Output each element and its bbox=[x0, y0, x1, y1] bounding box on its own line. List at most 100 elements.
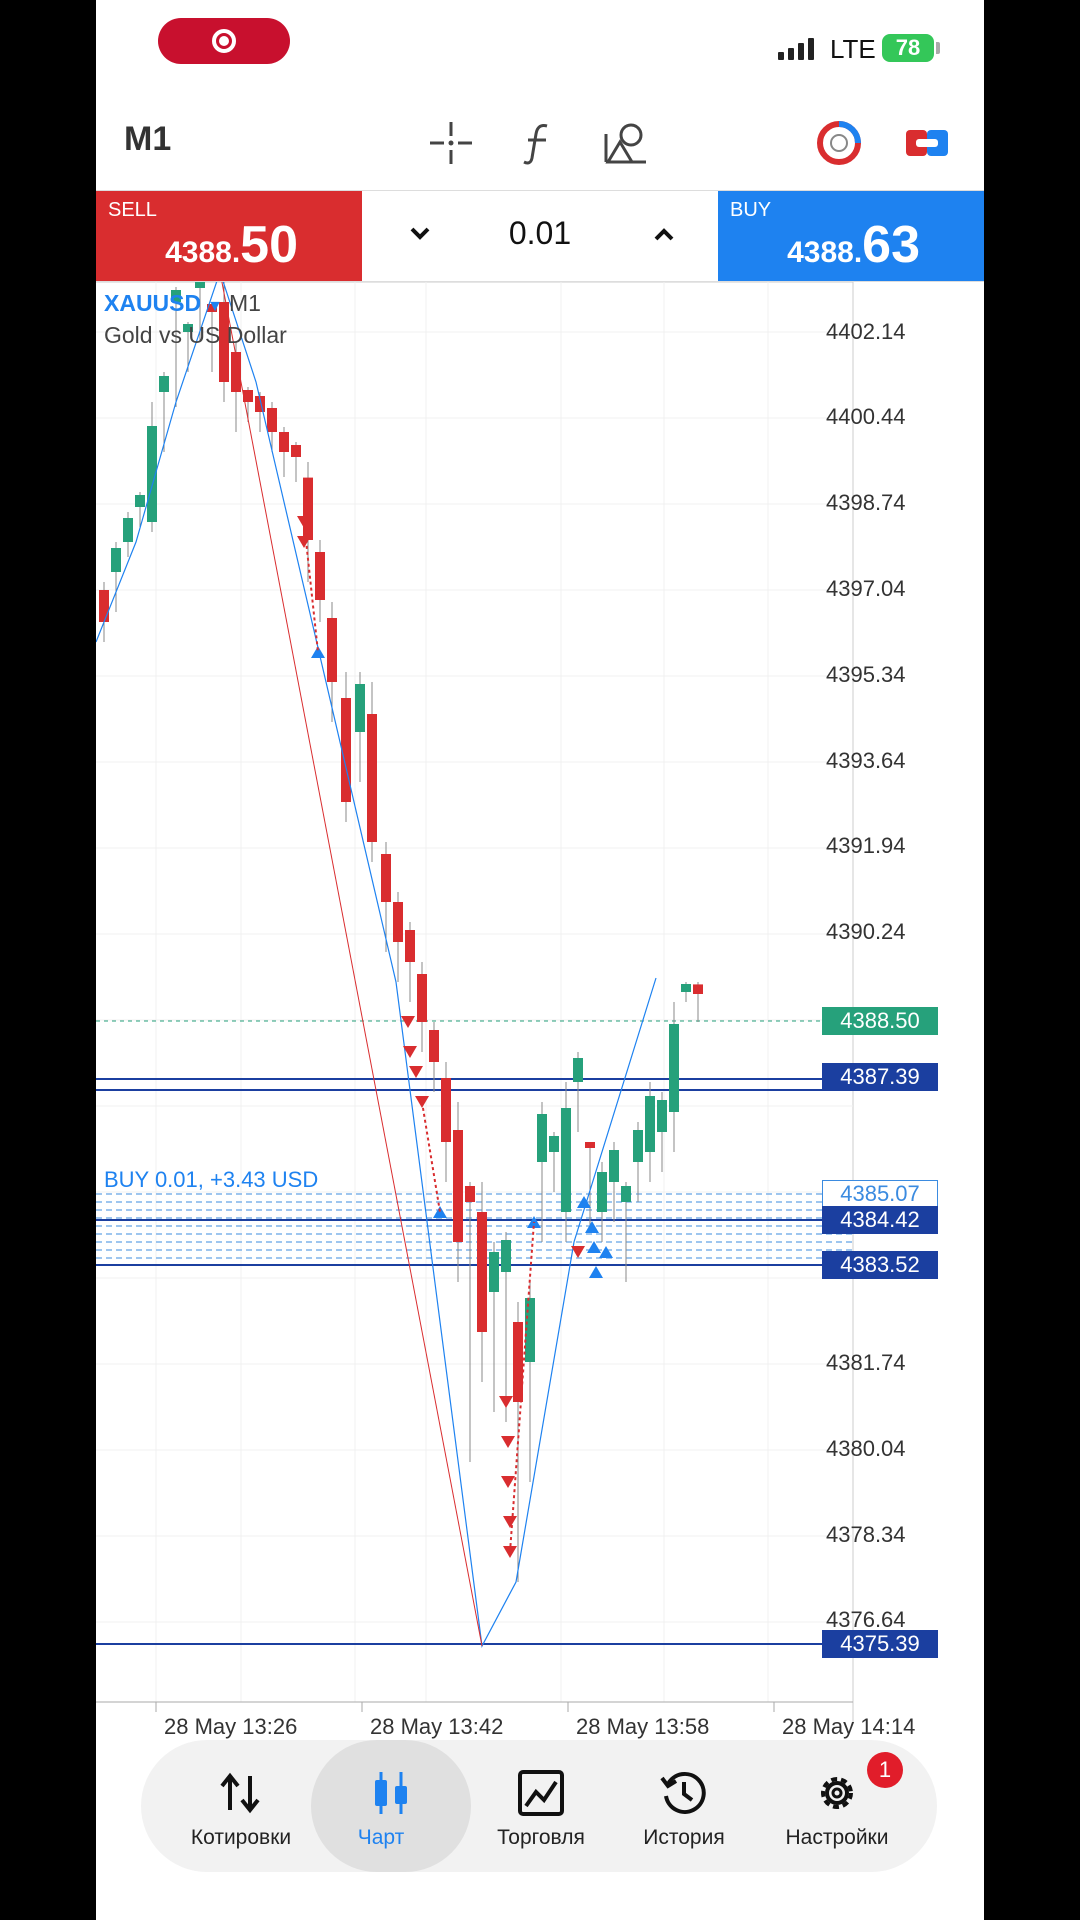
x-axis-tick: 28 May 13:42 bbox=[370, 1714, 504, 1739]
candle bbox=[693, 984, 703, 994]
chevron-up-icon[interactable] bbox=[644, 219, 684, 249]
candle bbox=[489, 1252, 499, 1292]
network-type: LTE bbox=[830, 34, 876, 64]
buy-arrow bbox=[585, 1221, 599, 1233]
gear-icon bbox=[821, 1777, 853, 1809]
y-axis-tick: 4380.04 bbox=[826, 1436, 906, 1461]
candle bbox=[465, 1186, 475, 1202]
candle bbox=[417, 974, 427, 1022]
candle bbox=[441, 1078, 451, 1142]
buy-label: BUY bbox=[730, 199, 772, 221]
one-click-trading-icon[interactable] bbox=[814, 118, 864, 168]
position-label[interactable]: BUY 0.01, +3.43 USD bbox=[104, 1167, 318, 1193]
candle bbox=[681, 984, 691, 992]
sell-arrow bbox=[409, 1066, 423, 1078]
nav-quotes[interactable]: Котировки bbox=[171, 1740, 311, 1872]
candle bbox=[657, 1100, 667, 1132]
buy-price-prefix: 4388. bbox=[787, 236, 863, 269]
candle bbox=[111, 548, 121, 572]
nav-chart-label: Чарт bbox=[357, 1826, 405, 1849]
level-tag: 4383.52 bbox=[822, 1251, 938, 1279]
candle bbox=[135, 495, 145, 507]
level-tag: 4385.07 bbox=[822, 1180, 938, 1208]
buy-arrow bbox=[599, 1246, 613, 1258]
trade-chart-icon bbox=[518, 1770, 564, 1816]
x-axis-tick: 28 May 13:58 bbox=[576, 1714, 710, 1739]
buy-arrow bbox=[589, 1266, 603, 1278]
low-price-tag: 4375.39 bbox=[822, 1630, 938, 1658]
trade-link bbox=[421, 1101, 441, 1213]
one-click-trade-panel: SELL 4388. 50 0.01 BUY 4388. 63 bbox=[96, 190, 984, 282]
sell-arrow bbox=[571, 1246, 585, 1258]
candle bbox=[341, 698, 351, 802]
candle bbox=[429, 1030, 439, 1062]
y-axis-tick: 4398.74 bbox=[826, 490, 906, 515]
price-chart[interactable]: XAUUSD ▼ M1 Gold vs US Dollar 4402.14 4400… bbox=[96, 282, 984, 1739]
symbol-description: Gold vs US Dollar bbox=[104, 322, 287, 348]
nav-history-label: История bbox=[643, 1826, 725, 1849]
lot-value[interactable]: 0.01 bbox=[482, 215, 598, 252]
y-axis-tick: 4395.34 bbox=[826, 662, 906, 687]
candle bbox=[477, 1212, 487, 1332]
history-icon bbox=[660, 1771, 706, 1814]
candle bbox=[549, 1136, 559, 1152]
candle bbox=[195, 282, 205, 288]
nav-settings-label: Настройки bbox=[785, 1826, 889, 1849]
buy-price: 4388. 63 bbox=[787, 215, 920, 275]
sell-arrow bbox=[401, 1016, 415, 1028]
candle bbox=[355, 684, 365, 732]
buy-arrow bbox=[587, 1241, 601, 1253]
symbol-dropdown-icon[interactable]: ▼ bbox=[207, 298, 223, 315]
settings-badge: 1 bbox=[867, 1752, 903, 1788]
sell-button[interactable]: SELL 4388. 50 bbox=[96, 191, 362, 281]
candle bbox=[159, 376, 169, 392]
battery-icon: 78 bbox=[882, 34, 934, 62]
symbol-name[interactable]: XAUUSD bbox=[104, 290, 201, 316]
y-axis-tick: 4400.44 bbox=[826, 404, 906, 429]
nav-trade-label: Торговля bbox=[497, 1826, 585, 1849]
y-axis-tick: 4402.14 bbox=[826, 319, 906, 344]
sell-price-prefix: 4388. bbox=[165, 236, 241, 269]
candle bbox=[573, 1058, 583, 1082]
candle bbox=[633, 1130, 643, 1162]
candle bbox=[669, 1024, 679, 1112]
buy-price-suffix: 63 bbox=[862, 216, 920, 274]
candle bbox=[367, 714, 377, 842]
y-axis-tick: 4393.64 bbox=[826, 748, 906, 773]
x-axis-tick: 28 May 14:14 bbox=[782, 1714, 916, 1739]
nav-trade[interactable]: Торговля bbox=[471, 1740, 611, 1872]
objects-icon[interactable] bbox=[602, 118, 652, 168]
candle bbox=[405, 930, 415, 962]
timeframe-button[interactable]: M1 bbox=[124, 120, 171, 159]
nav-quotes-label: Котировки bbox=[190, 1826, 292, 1849]
nav-settings[interactable]: Настройки 1 bbox=[767, 1740, 907, 1872]
bid-price-tag: 4388.50 bbox=[822, 1007, 938, 1035]
buy-button[interactable]: BUY 4388. 63 bbox=[718, 191, 984, 281]
candle bbox=[381, 854, 391, 902]
app-screen: LTE 78 M1 SELL 4388. 50 0.01 BUY 4388. 6… bbox=[96, 0, 984, 1920]
candle bbox=[279, 432, 289, 452]
nav-history[interactable]: История bbox=[614, 1740, 754, 1872]
chevron-down-icon[interactable] bbox=[400, 219, 440, 249]
chart-timeframe: M1 bbox=[228, 290, 261, 316]
y-axis-tick: 4397.04 bbox=[826, 576, 906, 601]
sell-arrow bbox=[501, 1436, 515, 1448]
candle bbox=[123, 518, 133, 542]
y-axis-tick: 4391.94 bbox=[826, 833, 906, 858]
trade-panel-toggle-icon[interactable] bbox=[902, 118, 952, 168]
candle bbox=[561, 1108, 571, 1212]
record-icon bbox=[212, 29, 236, 53]
y-axis-tick: 4378.34 bbox=[826, 1522, 906, 1547]
screen-recording-indicator[interactable] bbox=[158, 18, 290, 64]
sell-arrow bbox=[501, 1476, 515, 1488]
candle bbox=[291, 445, 301, 457]
sell-price: 4388. 50 bbox=[165, 215, 298, 275]
crosshair-icon[interactable] bbox=[426, 118, 476, 168]
candle bbox=[609, 1150, 619, 1182]
x-axis-tick: 28 May 13:26 bbox=[164, 1714, 298, 1739]
indicators-icon[interactable] bbox=[514, 118, 564, 168]
nav-chart[interactable]: Чарт bbox=[311, 1740, 471, 1872]
chart-symbol-header[interactable]: XAUUSD ▼ M1 bbox=[104, 290, 261, 317]
candle bbox=[501, 1240, 511, 1272]
sell-price-suffix: 50 bbox=[240, 216, 298, 274]
